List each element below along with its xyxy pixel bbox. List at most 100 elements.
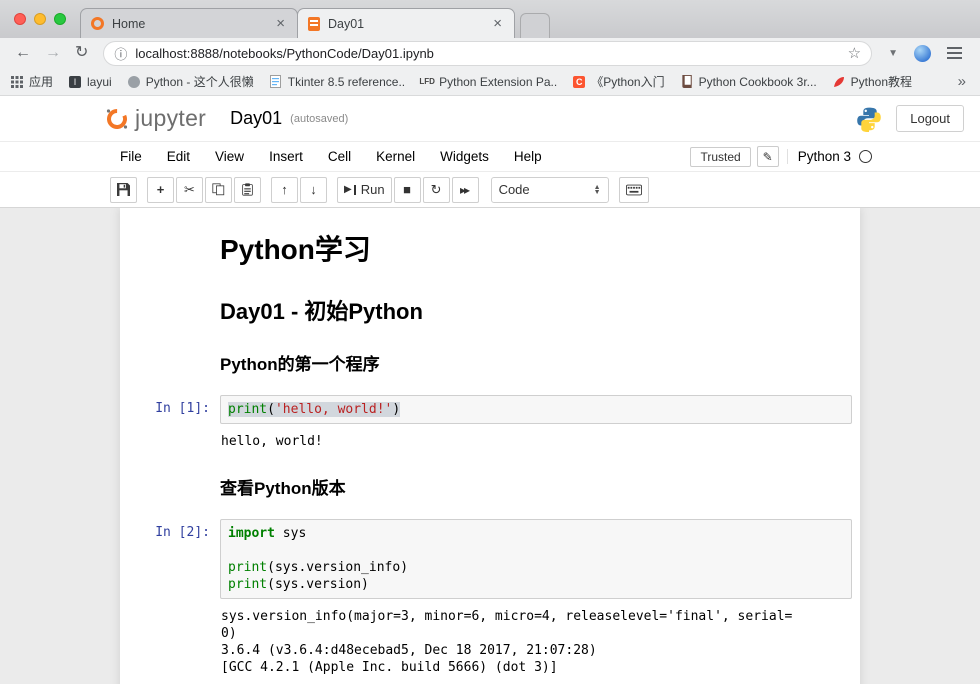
save-button[interactable] [110,177,137,203]
kernel-name: Python 3 [798,149,851,164]
markdown-cell[interactable]: Python的第一个程序 [120,332,860,381]
bookmark-python-blog[interactable]: Python - 这个人很懒 [127,73,254,90]
notebook-favicon [308,17,320,31]
command-palette-button[interactable] [619,177,649,203]
code-input[interactable]: import sys print(sys.version_info) print… [220,519,852,599]
forward-button[interactable]: → [45,45,61,61]
bookmark-apps[interactable]: 应用 [10,73,53,90]
python-logo-icon [856,106,882,132]
select-arrows-icon: ▲▼ [594,185,601,195]
menu-help[interactable]: Help [514,149,542,164]
browser-menu-icon[interactable] [947,47,962,59]
heading-python-version: 查看Python版本 [220,474,852,499]
tab-title: Day01 [328,17,491,31]
logout-button[interactable]: Logout [896,105,964,132]
paste-cell-button[interactable] [234,177,261,203]
book-icon [680,75,694,89]
tab-title: Home [112,17,274,31]
jupyter-favicon [91,17,104,30]
heading-first-program: Python的第一个程序 [220,350,852,375]
code-cell-1[interactable]: In [1]: print('hello, world!') hello, wo… [120,395,860,456]
edit-mode-pencil-icon: ✎ [757,146,779,167]
apps-grid-icon [10,75,24,89]
notebook-area: Python学习 Day01 - 初始Python Python的第一个程序 I… [0,208,980,684]
markdown-cell[interactable]: Python学习 [120,220,860,274]
tab-home[interactable]: Home × [80,8,298,38]
move-cell-up-button[interactable]: ↑ [271,177,298,203]
site-icon [128,76,140,88]
save-icon [117,183,130,196]
menu-view[interactable]: View [215,149,244,164]
menu-cell[interactable]: Cell [328,149,351,164]
copy-icon [212,183,225,196]
trusted-badge[interactable]: Trusted [690,147,750,167]
jupyter-logo-icon [104,106,130,132]
url-text[interactable]: localhost:8888/notebooks/PythonCode/Day0… [135,46,839,61]
copy-cell-button[interactable] [205,177,232,203]
bookmarks-overflow-icon[interactable]: » [958,73,970,90]
bookmark-tutorial[interactable]: Python教程 [832,73,912,90]
minimize-window-button[interactable] [34,13,46,25]
bookmark-star-icon[interactable]: ☆ [848,44,861,62]
jupyter-toolbar: + ✂ ↑ ↓ ▶ Run ■ ↻ ▸▸ Code ▲▼ [0,172,980,208]
menu-kernel[interactable]: Kernel [376,149,415,164]
menu-insert[interactable]: Insert [269,149,303,164]
markdown-cell[interactable]: Day01 - 初始Python [120,274,860,332]
bookmark-csdn[interactable]: C 《Python入门 [572,73,664,90]
notebook-title[interactable]: Day01 [230,108,282,129]
extension-globe-icon[interactable] [914,45,931,62]
bookmark-tkinter[interactable]: Tkinter 8.5 reference.. [269,75,405,89]
tab-day01[interactable]: Day01 × [297,8,515,38]
address-bar[interactable]: ⓘ localhost:8888/notebooks/PythonCode/Da… [103,41,872,66]
autosave-status: (autosaved) [290,113,348,125]
notebook-page: Python学习 Day01 - 初始Python Python的第一个程序 I… [120,208,860,684]
new-tab-button[interactable] [520,13,550,38]
tab-close-icon[interactable]: × [491,17,504,31]
menu-edit[interactable]: Edit [167,149,190,164]
kernel-status-icon [859,150,872,163]
code-input[interactable]: print('hello, world!') [220,395,852,424]
lfd-icon: LFD [419,77,435,86]
dropdown-indicator-icon[interactable]: ▼ [888,48,898,59]
menu-file[interactable]: File [120,149,142,164]
bookmark-layui[interactable]: l layui [68,75,112,89]
browser-toolbar: ← → ↻ ⓘ localhost:8888/notebooks/PythonC… [0,38,980,68]
tab-close-icon[interactable]: × [274,17,287,31]
move-cell-down-button[interactable]: ↓ [300,177,327,203]
bookmark-cookbook[interactable]: Python Cookbook 3r... [680,75,817,89]
restart-run-all-button[interactable]: ▸▸ [452,177,479,203]
csdn-icon: C [573,76,585,88]
code-cell-2[interactable]: In [2]: import sys print(sys.version_inf… [120,519,860,682]
layui-icon: l [69,76,81,88]
document-icon [269,75,283,89]
cell-output: sys.version_info(major=3, minor=6, micro… [220,599,852,682]
back-button[interactable]: ← [15,45,31,61]
cut-cell-button[interactable]: ✂ [176,177,203,203]
jupyter-logo[interactable]: jupyter [104,105,206,132]
add-cell-button[interactable]: + [147,177,174,203]
browser-window: Home × Day01 × ← → ↻ ⓘ localhost:8888/no… [0,0,980,684]
close-window-button[interactable] [14,13,26,25]
tab-strip: Home × Day01 × [0,0,980,38]
fast-forward-icon: ▸▸ [460,183,470,197]
feather-icon [832,75,846,89]
cell-output: hello, world! [220,424,852,456]
page-info-icon[interactable]: ⓘ [114,44,127,63]
run-button[interactable]: ▶ Run [337,177,392,203]
heading-python-study: Python学习 [220,228,852,268]
interrupt-kernel-button[interactable]: ■ [394,177,421,203]
zoom-window-button[interactable] [54,13,66,25]
markdown-cell[interactable]: 查看Python版本 [120,456,860,505]
jupyter-menubar: File Edit View Insert Cell Kernel Widget… [0,142,980,172]
bookmark-lfd[interactable]: LFD Python Extension Pa.. [420,75,557,89]
window-controls [14,13,74,25]
menu-widgets[interactable]: Widgets [440,149,489,164]
reload-button[interactable]: ↻ [75,45,88,61]
jupyter-header: jupyter Day01 (autosaved) Logout [0,96,980,142]
restart-kernel-button[interactable]: ↻ [423,177,450,203]
cell-type-select[interactable]: Code ▲▼ [491,177,609,203]
heading-day01: Day01 - 初始Python [220,294,852,326]
keyboard-icon [626,184,642,196]
kernel-indicator: Python 3 [787,149,872,164]
input-prompt: In [1]: [120,395,220,456]
